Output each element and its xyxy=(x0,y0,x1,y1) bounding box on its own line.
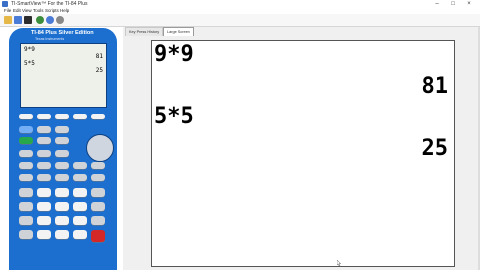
key-ln[interactable] xyxy=(19,202,33,211)
key-power[interactable] xyxy=(91,162,105,169)
calculator-brand: Texas Instruments xyxy=(35,37,65,41)
key-plus[interactable] xyxy=(91,216,105,225)
key-zoom[interactable] xyxy=(55,114,69,119)
large-result-2: 25 xyxy=(421,136,449,161)
toolbar xyxy=(0,14,480,27)
large-screen-view: 9*9 81 5*5 25 xyxy=(151,40,455,267)
key-multiply[interactable] xyxy=(91,188,105,197)
open-icon[interactable] xyxy=(4,16,12,24)
key-apps[interactable] xyxy=(37,150,51,157)
key-square[interactable] xyxy=(19,174,33,181)
key-6[interactable] xyxy=(73,202,87,211)
calc-result-1: 81 xyxy=(95,53,103,60)
mouse-cursor-icon xyxy=(337,260,341,266)
key-cos[interactable] xyxy=(55,162,69,169)
key-2[interactable] xyxy=(55,216,69,225)
key-divide[interactable] xyxy=(91,174,105,181)
calc-input-1: 9*9 xyxy=(24,46,35,53)
keypress-icon[interactable] xyxy=(46,16,54,24)
key-prgm[interactable] xyxy=(55,150,69,157)
key-1[interactable] xyxy=(37,216,51,225)
key-inverse[interactable] xyxy=(19,162,33,169)
key-7[interactable] xyxy=(37,188,51,197)
app-icon xyxy=(2,1,8,7)
key-sin[interactable] xyxy=(37,162,51,169)
calculator-body: TI-84 Plus Silver Edition Texas Instrume… xyxy=(9,28,117,270)
calc-input-2: 5*5 xyxy=(24,60,35,67)
window-title: TI-SmartView™ For the TI-84 Plus xyxy=(11,1,88,7)
key-comma[interactable] xyxy=(37,174,51,181)
key-tan[interactable] xyxy=(73,162,87,169)
large-input-1: 9*9 xyxy=(154,42,194,67)
key-on[interactable] xyxy=(19,230,33,239)
key-close-paren[interactable] xyxy=(73,174,87,181)
minimize-button[interactable]: – xyxy=(430,0,444,8)
key-enter[interactable] xyxy=(91,230,105,242)
key-open-paren[interactable] xyxy=(55,174,69,181)
tab-key-press-history[interactable]: Key Press History xyxy=(125,27,164,36)
key-stat[interactable] xyxy=(55,137,69,144)
close-button[interactable]: × xyxy=(462,0,476,8)
main-panel: Key Press History Large Screen 9*9 81 5*… xyxy=(123,27,480,270)
key-minus[interactable] xyxy=(91,202,105,211)
tab-large-screen[interactable]: Large Screen xyxy=(163,27,194,36)
key-alpha[interactable] xyxy=(19,137,33,144)
title-bar: TI-SmartView™ For the TI-84 Plus – □ × xyxy=(0,0,480,8)
calc-result-2: 25 xyxy=(95,67,103,74)
key-5[interactable] xyxy=(55,202,69,211)
key-y-equals[interactable] xyxy=(19,114,33,119)
calculator-model: TI-84 Plus Silver Edition xyxy=(31,30,94,36)
key-negative[interactable] xyxy=(73,230,87,239)
key-sto[interactable] xyxy=(19,216,33,225)
calculator-icon[interactable] xyxy=(24,16,32,24)
screenshot-icon[interactable] xyxy=(36,16,44,24)
capture-icon[interactable] xyxy=(56,16,64,24)
key-window[interactable] xyxy=(37,114,51,119)
key-del[interactable] xyxy=(55,126,69,133)
key-4[interactable] xyxy=(37,202,51,211)
arrow-pad[interactable] xyxy=(86,134,114,162)
key-math[interactable] xyxy=(19,150,33,157)
large-input-2: 5*5 xyxy=(154,104,194,129)
key-mode[interactable] xyxy=(37,126,51,133)
key-0[interactable] xyxy=(37,230,51,239)
key-2nd[interactable] xyxy=(19,126,33,133)
key-xton[interactable] xyxy=(37,137,51,144)
key-graph[interactable] xyxy=(91,114,105,119)
calculator-header: TI-84 Plus Silver Edition Texas Instrume… xyxy=(13,30,113,42)
key-3[interactable] xyxy=(73,216,87,225)
calculator-screen: 9*9 81 5*5 25 xyxy=(20,43,107,108)
save-icon[interactable] xyxy=(14,16,22,24)
key-8[interactable] xyxy=(55,188,69,197)
key-9[interactable] xyxy=(73,188,87,197)
maximize-button[interactable]: □ xyxy=(446,0,460,8)
large-result-1: 81 xyxy=(421,74,449,99)
key-decimal[interactable] xyxy=(55,230,69,239)
key-trace[interactable] xyxy=(73,114,87,119)
key-log[interactable] xyxy=(19,188,33,197)
